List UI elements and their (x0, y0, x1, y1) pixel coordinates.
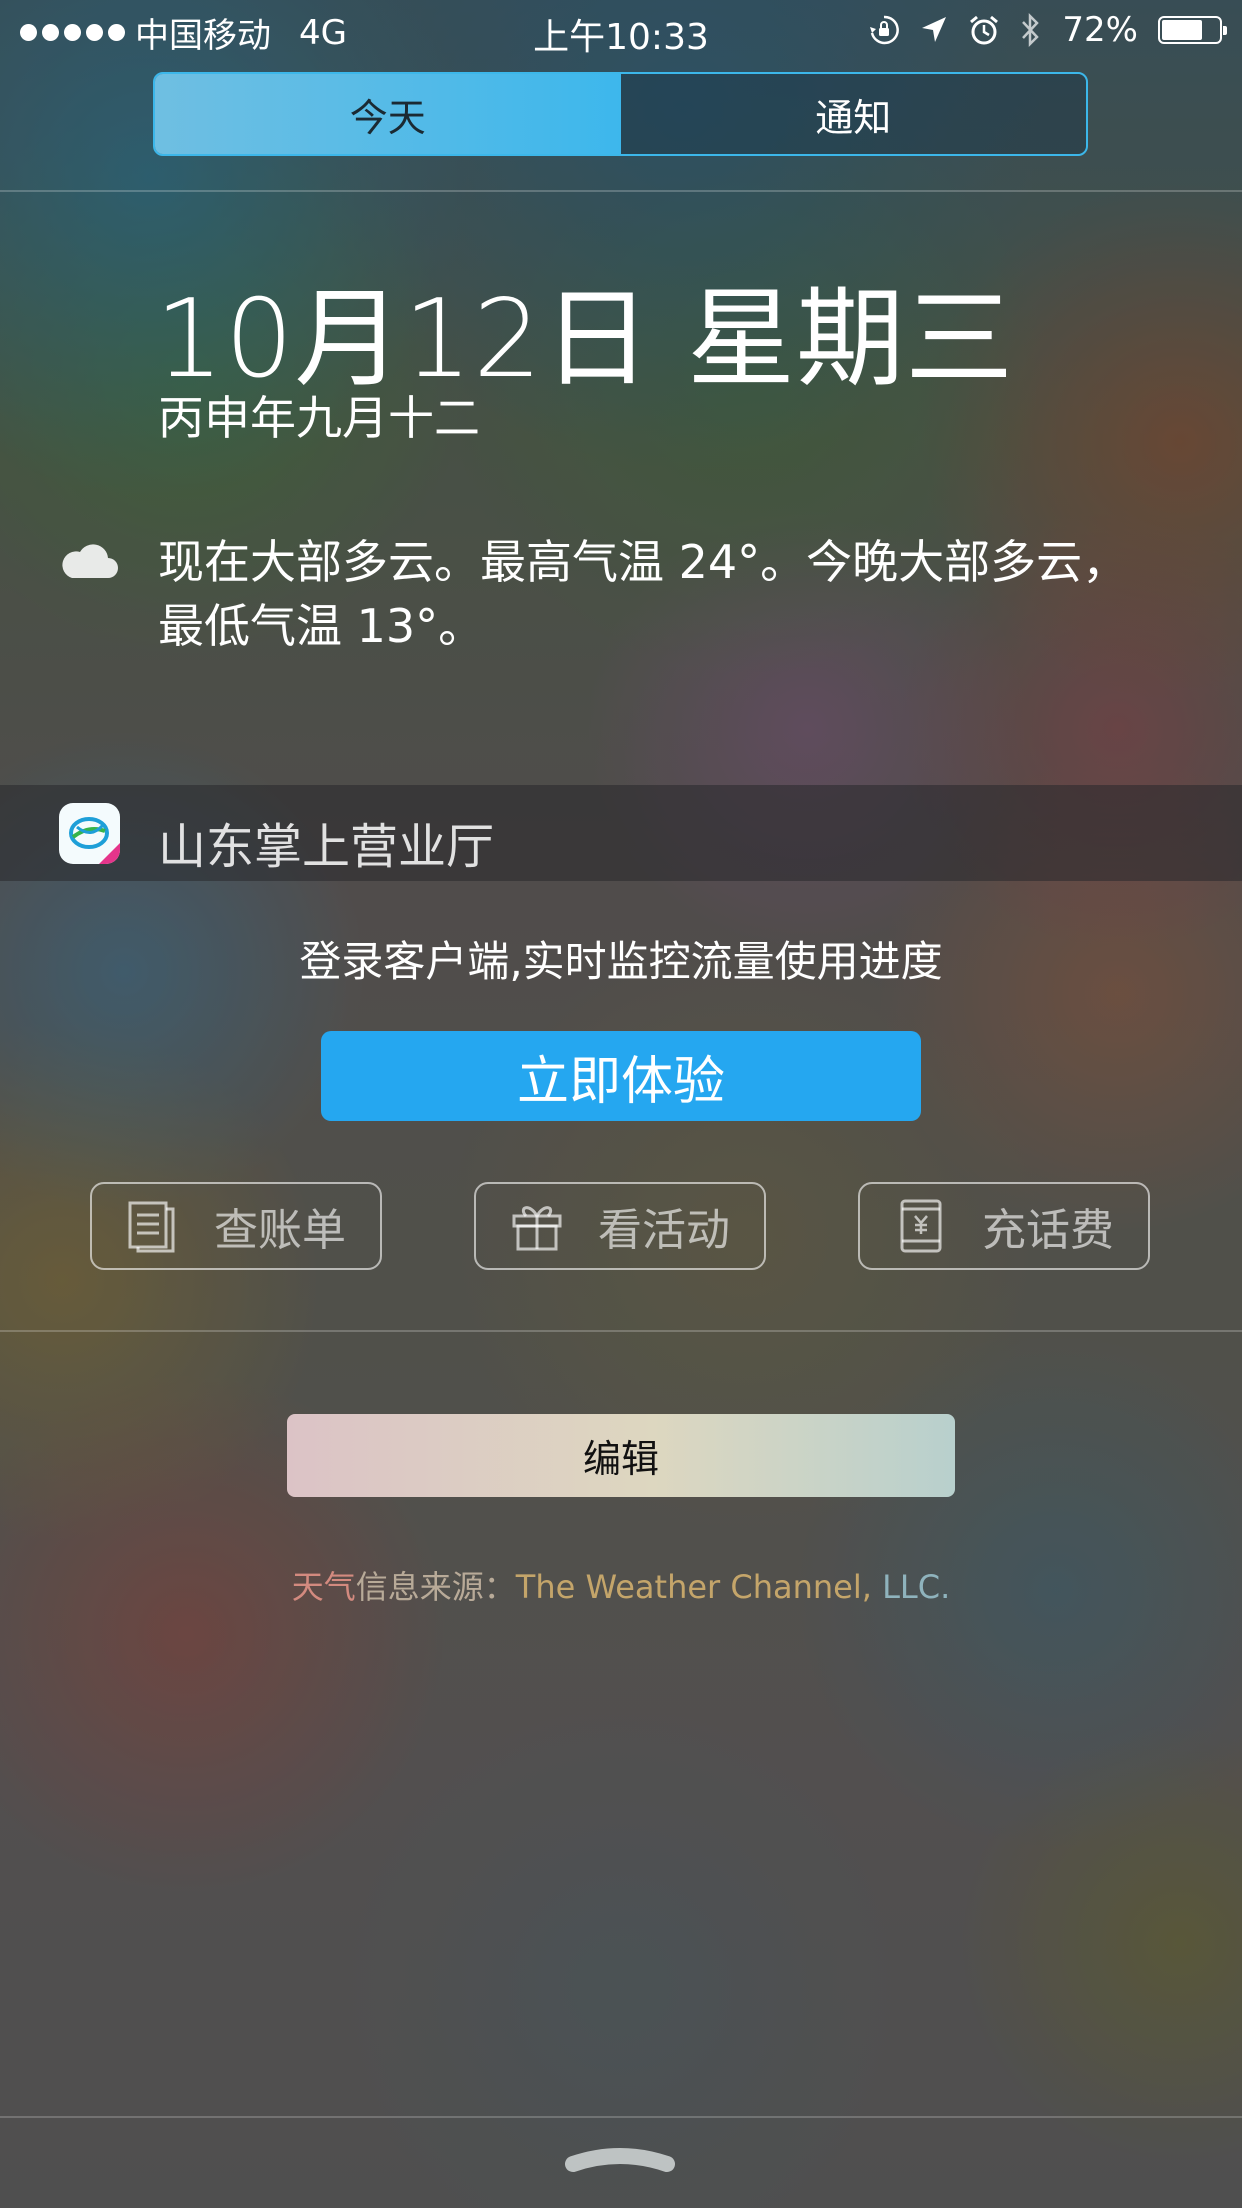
bluetooth-icon (1022, 12, 1040, 48)
china-mobile-app-icon (59, 803, 120, 864)
source-part-llc: LLC. (871, 1568, 951, 1606)
try-now-button[interactable]: 立即体验 (321, 1031, 921, 1121)
status-right: 72% (868, 10, 1227, 50)
source-part-weather: 天气 (291, 1568, 356, 1606)
check-bill-button[interactable]: 查账单 (90, 1182, 382, 1270)
gift-icon (512, 1206, 562, 1251)
edit-button[interactable]: 编辑 (287, 1414, 955, 1497)
recharge-button[interactable]: 充话费 (858, 1182, 1150, 1270)
promo-text: 登录客户端,实时监控流量使用进度 (299, 937, 943, 986)
check-bill-label: 查账单 (214, 1205, 346, 1256)
close-panel-grabber-icon[interactable] (565, 2146, 675, 2176)
battery-level-fill (1162, 20, 1203, 40)
source-part-label: 信息来源： (355, 1568, 516, 1606)
widget-header[interactable]: 山东掌上营业厅 (0, 785, 1242, 881)
battery-icon (1158, 16, 1227, 44)
battery-percent: 72% (1062, 10, 1138, 50)
view-activities-label: 看活动 (598, 1205, 730, 1256)
phone-recharge-icon (900, 1199, 942, 1253)
today-notifications-segmented-control: 今天 通知 (153, 72, 1088, 156)
weather-source-credit: 天气信息来源：The Weather Channel, LLC. (0, 1562, 1242, 1608)
tab-notifications[interactable]: 通知 (620, 74, 1086, 154)
orientation-lock-icon (870, 15, 900, 45)
lunar-date: 丙申年九月十二 (158, 391, 480, 445)
tab-today[interactable]: 今天 (155, 74, 621, 154)
bottom-divider (0, 2116, 1242, 2118)
header-divider (0, 190, 1242, 192)
cloud-icon (62, 544, 118, 578)
recharge-label: 充话费 (982, 1205, 1114, 1256)
location-arrow-icon (922, 17, 947, 42)
source-part-provider: The Weather Channel, (515, 1568, 872, 1606)
weather-summary: 现在大部多云。最高气温 24°。今晚大部多云，最低气温 13°。 (158, 535, 1129, 653)
status-bar: 中国移动 4G 上午10:33 72% (0, 0, 1242, 60)
alarm-clock-icon (970, 15, 999, 45)
bill-icon (128, 1201, 175, 1253)
app-name: 山东掌上营业厅 (158, 819, 495, 875)
view-activities-button[interactable]: 看活动 (474, 1182, 766, 1270)
widget-divider (0, 1330, 1242, 1332)
